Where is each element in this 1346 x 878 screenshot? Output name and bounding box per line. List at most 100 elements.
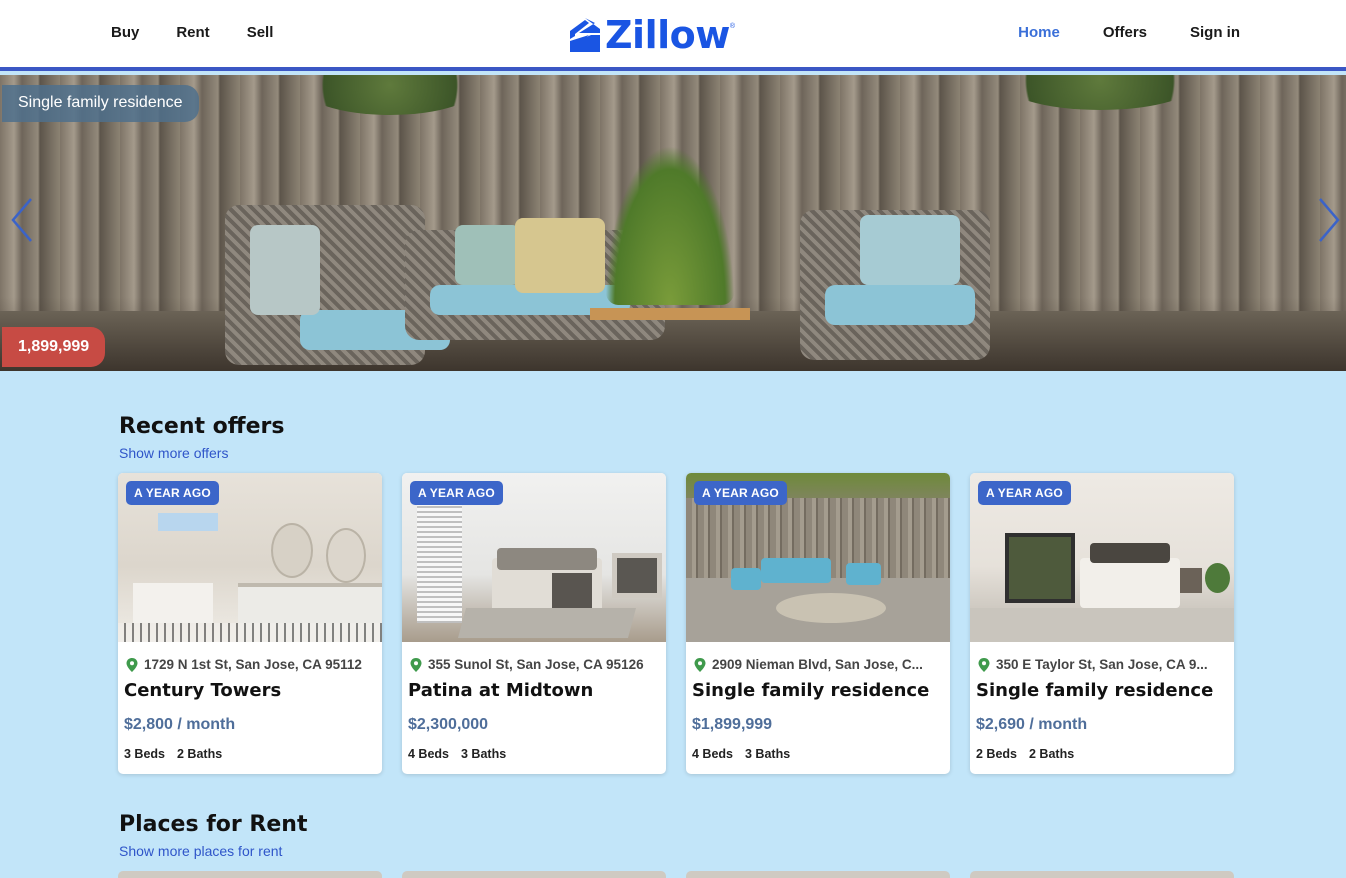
listing-name: Patina at Midtown [408,680,594,701]
listing-beds: 4 Beds [408,747,449,761]
listing-specs: 4 Beds 3 Baths [692,747,790,761]
property-photo: A YEAR AGO [970,473,1234,642]
patio-sofa [761,558,831,583]
location-pin-icon [126,657,138,672]
chevron-left-icon [11,198,32,242]
chevron-right-icon [1319,198,1340,242]
location-pin-icon [694,657,706,672]
show-more-offers-link[interactable]: Show more offers [119,445,228,461]
listing-address-text: 2909 Nieman Blvd, San Jose, C... [712,657,923,672]
offer-card[interactable]: A YEAR AGO 1729 N 1st St, San Jose, CA 9… [118,473,382,774]
location-pin-icon [978,657,990,672]
hero-carousel: Single family residence 1,899,999 [0,75,1346,371]
bedroom-headboard [1090,543,1170,563]
listing-price: $1,899,999 [692,716,773,733]
show-more-rentals-link[interactable]: Show more places for rent [119,843,282,859]
rental-listings-list [118,871,1234,878]
listing-price: $2,690 / month [976,716,1088,733]
nav-home-link[interactable]: Home [1018,24,1060,41]
nav-sell-link[interactable]: Sell [247,24,274,41]
hero-table-tray [590,308,750,320]
property-photo: A YEAR AGO [402,473,666,642]
listing-age-badge: A YEAR AGO [410,481,503,505]
carousel-next-button[interactable] [1316,197,1342,243]
listing-address: 355 Sunol St, San Jose, CA 95126 [410,657,662,672]
hero-pillow [455,225,520,285]
hero-price-tag: 1,899,999 [2,327,106,367]
listing-age-badge: A YEAR AGO [126,481,219,505]
zillow-logo[interactable]: Zillow ® [569,15,735,55]
account-nav: Home Offers Sign in [975,24,1240,41]
bedroom-plant [1205,563,1230,593]
primary-nav: Buy Rent Sell [111,24,310,41]
rental-card[interactable] [686,871,950,878]
rental-card[interactable] [118,871,382,878]
hero-potted-plant [605,145,735,305]
bath-window [158,513,218,531]
bedroom-bed [1080,558,1180,608]
listing-address: 1729 N 1st St, San Jose, CA 95112 [126,657,378,672]
listing-price: $2,300,000 [408,716,489,733]
bath-floor [118,623,382,642]
offer-card[interactable]: A YEAR AGO 2909 Nieman Blvd, San Jose, C… [686,473,950,774]
hero-patio-ground [0,311,1346,371]
listing-name: Century Towers [124,680,282,701]
nav-rent-link[interactable]: Rent [176,24,209,41]
zillow-house-icon [570,18,600,52]
hero-pillow [860,215,960,285]
bath-mirror [326,528,366,583]
location-pin-icon [410,657,422,672]
listing-baths: 3 Baths [461,747,507,761]
listing-age-badge: A YEAR AGO [694,481,787,505]
listing-age-badge: A YEAR AGO [978,481,1071,505]
hero-cushion [825,285,975,325]
bedroom-headboard [497,548,597,570]
rental-card[interactable] [970,871,1234,878]
bedroom-fireplace [612,553,662,598]
bedroom-throw [552,573,592,613]
bedroom-carpet [970,608,1234,642]
listing-beds: 3 Beds [124,747,165,761]
logo-registered-mark: ® [729,23,736,30]
hero-property-type-label: Single family residence [2,85,199,122]
bedroom-nightstand [1180,568,1202,593]
listing-beds: 4 Beds [692,747,733,761]
listing-address: 2909 Nieman Blvd, San Jose, C... [694,657,946,672]
rental-card[interactable] [402,871,666,878]
listing-specs: 3 Beds 2 Baths [124,747,222,761]
recent-offers-heading: Recent offers [119,414,285,439]
listing-specs: 4 Beds 3 Baths [408,747,506,761]
listing-name: Single family residence [692,680,930,701]
listing-address-text: 1729 N 1st St, San Jose, CA 95112 [144,657,362,672]
listing-price: $2,800 / month [124,716,236,733]
hero-foliage [300,75,480,115]
listing-baths: 3 Baths [745,747,791,761]
nav-sign-in-link[interactable]: Sign in [1190,24,1240,41]
patio-rug [776,593,886,623]
listing-baths: 2 Baths [177,747,223,761]
recent-offers-list: A YEAR AGO 1729 N 1st St, San Jose, CA 9… [118,473,1234,774]
hero-foliage [1000,75,1200,110]
carousel-prev-button[interactable] [9,197,35,243]
listing-address-text: 355 Sunol St, San Jose, CA 95126 [428,657,644,672]
listing-address: 350 E Taylor St, San Jose, CA 9... [978,657,1230,672]
nav-buy-link[interactable]: Buy [111,24,139,41]
listing-name: Single family residence [976,680,1214,701]
bath-tub [133,583,213,623]
offer-card[interactable]: A YEAR AGO 355 Sunol St, San Jose, CA 95… [402,473,666,774]
property-photo: A YEAR AGO [686,473,950,642]
top-navbar: Buy Rent Sell Zillow ® Home Offers Sign … [0,0,1346,71]
bedroom-rug [457,608,637,638]
offer-card[interactable]: A YEAR AGO 350 E Taylor St, San Jose, CA… [970,473,1234,774]
hero-pillow [515,218,605,293]
patio-chair [846,563,881,585]
hero-pillow [250,225,320,315]
logo-text: Zillow [605,13,730,57]
nav-offers-link[interactable]: Offers [1103,24,1147,41]
listing-baths: 2 Baths [1029,747,1075,761]
bath-mirror [271,523,313,578]
listing-address-text: 350 E Taylor St, San Jose, CA 9... [996,657,1208,672]
bedroom-balcony-door [1005,533,1075,603]
property-photo: A YEAR AGO [118,473,382,642]
places-for-rent-heading: Places for Rent [119,812,308,837]
